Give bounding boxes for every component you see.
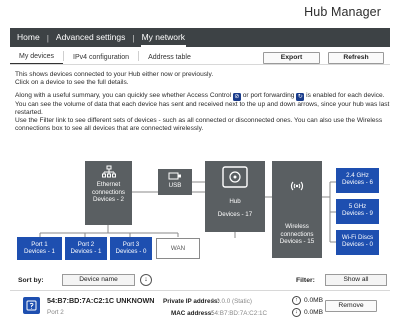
data-sent: 0.0MB <box>304 297 324 304</box>
tab-ipv4-configuration[interactable]: IPv4 configuration <box>64 54 138 64</box>
band-label: 5 GHz <box>348 203 367 210</box>
refresh-button[interactable]: Refresh <box>328 52 384 64</box>
wan-box[interactable]: WAN <box>156 238 200 259</box>
port-device-count: Devices - 1 <box>24 248 55 256</box>
hub-icon <box>222 166 248 188</box>
device-port: Port 2 <box>47 309 64 316</box>
main-nav: Home | Advanced settings | My network <box>10 28 390 47</box>
band-5ghz-box[interactable]: 5 GHz Devices - 9 <box>336 199 379 224</box>
wifi-discs-box[interactable]: Wi-Fi Discs Devices - 0 <box>336 230 379 255</box>
header: Hub Manager <box>0 0 400 26</box>
mac-address-label: MAC address: <box>171 310 214 317</box>
description-line: This shows devices connected to your Hub… <box>15 71 214 78</box>
device-row[interactable]: 54:B7:BD:7A:C2:1C UNKNOWN Port 2 Private… <box>10 290 390 322</box>
wireless-label: Wireless <box>285 223 309 231</box>
description-text: or port forwarding <box>240 91 297 99</box>
upload-arrow-icon: ↑ <box>292 296 301 305</box>
description-paragraph: Along with a useful summary, you can qui… <box>15 92 390 101</box>
filter-label: Filter: <box>296 277 315 284</box>
port-3-box[interactable]: Port 3 Devices - 0 <box>110 237 152 260</box>
wireless-label: connections <box>280 230 314 238</box>
nav-advanced-settings[interactable]: Advanced settings <box>49 28 132 47</box>
ethernet-label: connections <box>91 188 126 196</box>
band-label: 2.4 GHz <box>346 172 369 179</box>
nav-home[interactable]: Home <box>10 28 47 47</box>
usb-icon <box>168 172 181 180</box>
device-name: 54:B7:BD:7A:C2:1C UNKNOWN <box>47 296 155 305</box>
nav-my-network[interactable]: My network <box>135 28 192 47</box>
description: This shows devices connected to your Hub… <box>15 71 390 134</box>
description-line: Click on a device to see the full detail… <box>15 79 129 87</box>
access-control-icon: ⊘ <box>232 92 241 101</box>
hub-box[interactable]: Hub Devices - 17 <box>205 161 265 232</box>
usb-box[interactable]: USB <box>158 169 192 195</box>
data-received: 0.0MB <box>304 309 324 316</box>
band-2-4ghz-box[interactable]: 2.4 GHz Devices - 6 <box>336 168 379 193</box>
port-device-count: Devices - 0 <box>115 248 147 256</box>
remove-button[interactable]: Remove <box>325 300 377 312</box>
wireless-device-count: Devices - 15 <box>279 238 315 246</box>
description-text: is enabled for each device. <box>304 91 385 99</box>
port-1-box[interactable]: Port 1 Devices - 1 <box>17 237 62 260</box>
export-button[interactable]: Export <box>263 52 320 64</box>
ethernet-icon <box>101 165 116 178</box>
band-device-count: Devices - 6 <box>342 179 373 187</box>
hub-label: Hub <box>229 198 241 206</box>
description-paragraph: You can see the volume of data that each… <box>15 100 390 116</box>
description-text: Along with a useful summary, you can qui… <box>15 91 233 99</box>
unknown-device-icon <box>23 297 40 314</box>
wireless-connections-box[interactable]: Wireless connections Devices - 15 <box>272 161 322 258</box>
ethernet-label: Ethernet <box>96 181 121 189</box>
usb-label: USB <box>168 182 182 190</box>
band-label: Wi-Fi Discs <box>341 234 374 241</box>
band-device-count: Devices - 0 <box>342 241 373 249</box>
port-label: Port 3 <box>122 241 140 248</box>
band-device-count: Devices - 9 <box>342 210 373 218</box>
app-title: Hub Manager <box>304 5 381 19</box>
port-label: Port 2 <box>77 241 95 248</box>
sort-label: Sort by: <box>18 277 44 284</box>
sort-direction-icon[interactable]: ↓ <box>140 274 152 286</box>
sort-filter-bar: Sort by: Device name ↓ Filter: Show all <box>10 274 390 288</box>
private-ip-value: 0.0.0.0 (Static) <box>211 298 252 305</box>
port-label: Port 1 <box>31 241 48 248</box>
ethernet-device-count: Devices - 2 <box>93 196 124 204</box>
description-paragraph: Use the Filter link to see different set… <box>15 117 383 133</box>
download-arrow-icon: ↓ <box>292 308 301 317</box>
port-2-box[interactable]: Port 2 Devices - 1 <box>65 237 107 260</box>
network-diagram: Ethernet connections Devices - 2 USB Hub… <box>0 155 400 265</box>
hub-device-count: Devices - 17 <box>217 210 253 218</box>
mac-address-value: 54:B7:BD:7A:C2:1C <box>211 310 268 317</box>
tab-address-table[interactable]: Address table <box>139 54 200 64</box>
tab-my-devices[interactable]: My devices <box>10 53 64 64</box>
sort-select[interactable]: Device name <box>62 274 135 286</box>
port-device-count: Devices - 1 <box>70 248 102 256</box>
ethernet-connections-box[interactable]: Ethernet connections Devices - 2 <box>85 161 132 225</box>
wireless-icon <box>290 181 304 191</box>
device-icon-glyph <box>26 300 37 311</box>
filter-select[interactable]: Show all <box>325 274 387 286</box>
